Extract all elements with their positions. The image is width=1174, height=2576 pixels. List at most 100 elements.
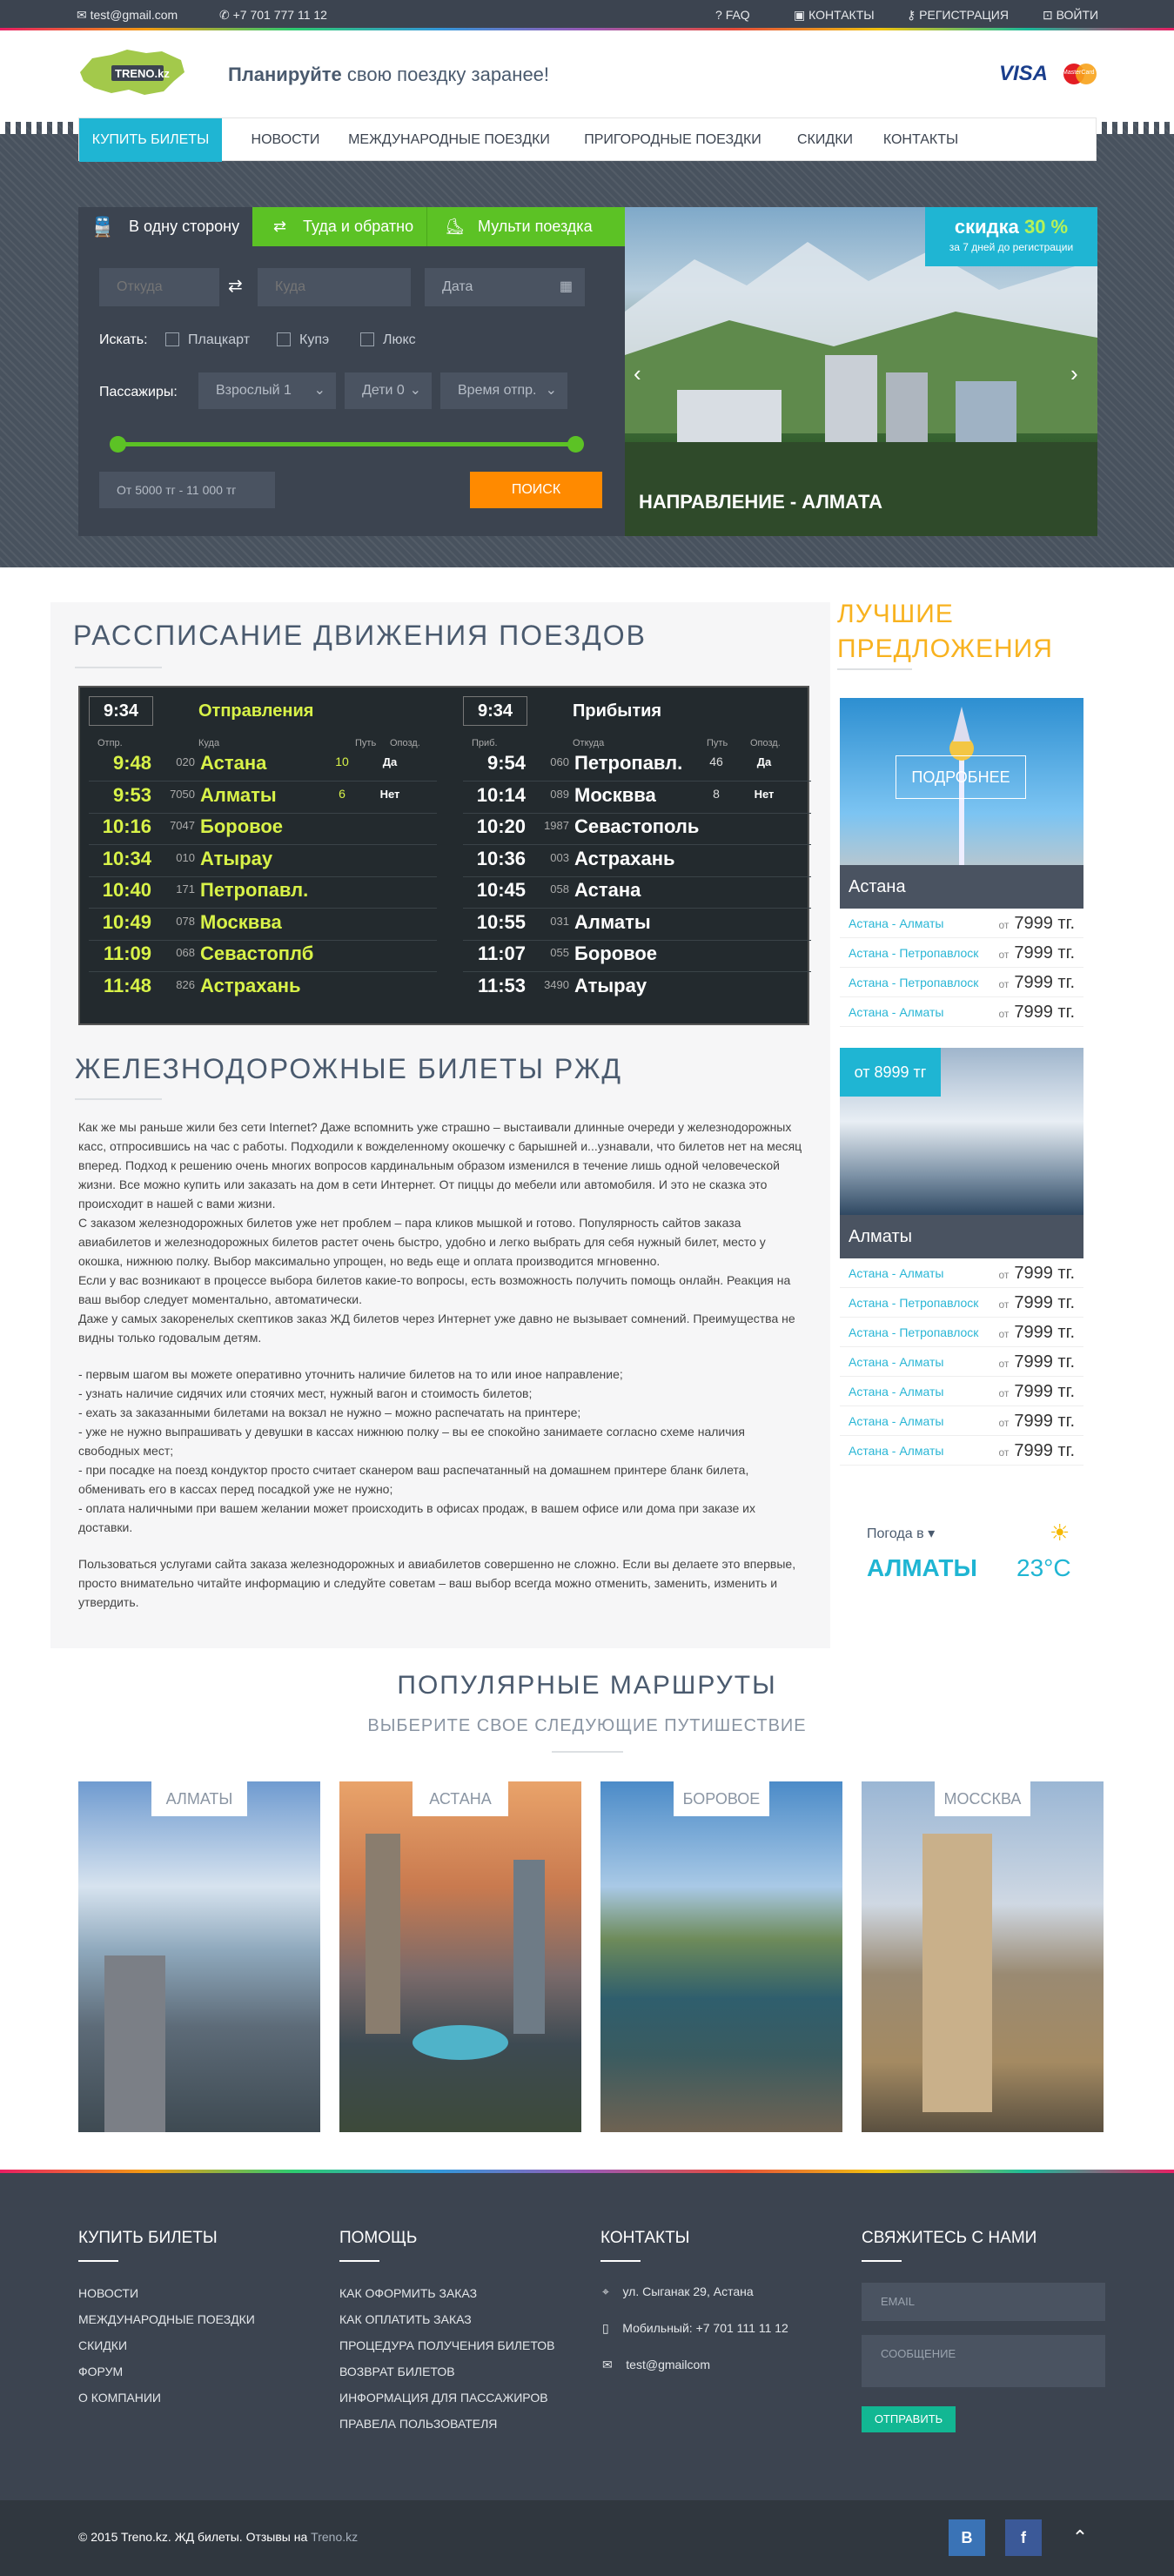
offer-route: Астана - Алматы	[849, 1355, 944, 1369]
more-button[interactable]: ПОДРОБНЕЕ	[896, 755, 1026, 799]
tab-multi-trip[interactable]: ⛸ Мульти поездка	[426, 207, 625, 246]
price-slider-track[interactable]	[117, 442, 576, 446]
astana-image[interactable]: ПОДРОБНЕЕ Астана	[840, 698, 1083, 909]
register-link[interactable]: ⚷ РЕГИСТРАЦИЯ	[907, 8, 1009, 23]
footer-underline	[78, 2260, 118, 2262]
vk-icon[interactable]: В	[949, 2519, 985, 2556]
envelope-icon: ✉	[77, 8, 91, 22]
checkbox-platzkart[interactable]: Плацкарт	[165, 332, 250, 348]
contacts-link[interactable]: ▣ КОНТАКТЫ	[794, 8, 875, 23]
footer-link-user-rules[interactable]: ПРАВЕЛА ПОЛЬЗОВАТЕЛЯ	[339, 2417, 497, 2431]
chevron-down-icon: ⌄	[409, 383, 421, 398]
offer-row[interactable]: Астана - Алматы от 7999 тг.	[840, 909, 1083, 938]
board-cell: 10:40	[102, 879, 151, 901]
logo[interactable]: TRENO.kz	[77, 46, 188, 100]
offer-row[interactable]: Астана - Алматы от 7999 тг.	[840, 1258, 1083, 1288]
footer-link-forum[interactable]: ФОРУМ	[78, 2365, 123, 2378]
sun-icon: ☀	[1050, 1519, 1070, 1546]
offer-row[interactable]: Астана - Петропавлоск от 7999 тг.	[840, 1318, 1083, 1347]
discount-note: за 7 дней до регистрации	[949, 241, 1074, 253]
faq-label: FAQ	[725, 8, 750, 22]
board-cell: Атырау	[200, 847, 273, 869]
offer-from: от	[998, 1328, 1010, 1340]
offer-price-value: 7999 тг.	[1014, 943, 1075, 963]
offer-price: от 7999 тг.	[998, 1377, 1075, 1408]
phone-link[interactable]: ✆ +7 701 777 11 12	[219, 8, 327, 23]
offer-row[interactable]: Астана - Алматы от 7999 тг.	[840, 1436, 1083, 1466]
route-card-moscow[interactable]: МОССКВА	[862, 1781, 1104, 2132]
facebook-icon[interactable]: f	[1005, 2519, 1042, 2556]
search-button[interactable]: ПОИСК	[470, 472, 602, 508]
slider-next-icon[interactable]: ›	[1070, 360, 1078, 387]
footer-message-input[interactable]: СООБЩЕНИЕ	[862, 2335, 1105, 2387]
offer-row[interactable]: Астана - Петропавлоск от 7999 тг.	[840, 938, 1083, 968]
schedule-title: РАССПИСАНИЕ ДВИЖЕНИЯ ПОЕЗДОВ	[73, 620, 647, 651]
offer-row[interactable]: Астана - Алматы от 7999 тг.	[840, 1347, 1083, 1377]
register-label: РЕГИСТРАЦИЯ	[919, 8, 1009, 22]
price-slider-min-handle[interactable]	[110, 436, 126, 453]
nav-buy-tickets[interactable]: КУПИТЬ БИЛЕТЫ	[79, 118, 222, 162]
from-input[interactable]	[99, 268, 219, 306]
footer-link-how-order[interactable]: КАК ОФОРМИТЬ ЗАКАЗ	[339, 2286, 477, 2300]
login-link[interactable]: ⊡ ВОЙТИ	[1043, 8, 1098, 23]
footer-link-procedure[interactable]: ПРОЦЕДУРА ПОЛУЧЕНИЯ БИЛЕТОВ	[339, 2338, 554, 2352]
tab-one-way[interactable]: 🚆 В одну сторону	[78, 207, 252, 246]
weather-label[interactable]: Погода в ▾	[867, 1525, 935, 1542]
offer-row[interactable]: Астана - Алматы от 7999 тг.	[840, 997, 1083, 1027]
footer-link-how-pay[interactable]: КАК ОПЛАТИТЬ ЗАКАЗ	[339, 2312, 472, 2326]
checkbox-box	[165, 332, 179, 346]
price-slider-max-handle[interactable]	[567, 436, 584, 453]
route-card-borovoe[interactable]: БОРОВОЕ	[600, 1781, 842, 2132]
topbar-phone: +7 701 777 11 12	[232, 8, 327, 22]
time-select[interactable]: Время отпр. ⌄	[440, 372, 567, 409]
footer-link-refund[interactable]: ВОЗВРАТ БИЛЕТОВ	[339, 2365, 455, 2378]
offer-from: от	[998, 1008, 1010, 1020]
route-card-astana[interactable]: АСТАНА	[339, 1781, 581, 2132]
footer-link-news[interactable]: НОВОСТИ	[78, 2286, 138, 2300]
offer-row[interactable]: Астана - Петропавлоск от 7999 тг.	[840, 1288, 1083, 1318]
offer-row[interactable]: Астана - Алматы от 7999 тг.	[840, 1406, 1083, 1436]
checkbox-box	[277, 332, 291, 346]
map-marker-icon: ⌖	[602, 2284, 609, 2298]
tab-round-trip[interactable]: ⇄ Туда и обратно	[252, 207, 426, 246]
offer-row[interactable]: Астана - Петропавлоск от 7999 тг.	[840, 968, 1083, 997]
board-cell: Астрахань	[200, 974, 301, 996]
children-select[interactable]: Дети 0 ⌄	[345, 372, 432, 409]
offer-price-value: 7999 тг.	[1014, 1382, 1075, 1401]
footer-email-input[interactable]: EMAIL	[862, 2283, 1105, 2321]
copyright-link[interactable]: Treno.kz	[311, 2530, 358, 2544]
checkbox-coupe[interactable]: Купэ	[277, 332, 329, 348]
almaty-lake-image[interactable]: от 8999 тг Алматы	[840, 1048, 1083, 1258]
faq-link[interactable]: ? FAQ	[715, 8, 750, 22]
nav-news[interactable]: НОВОСТИ	[238, 118, 333, 162]
slider-prev-icon[interactable]: ‹	[634, 360, 641, 387]
footer-buy-title[interactable]: КУПИТЬ БИЛЕТЫ	[78, 2229, 218, 2248]
board-row: 11:09 068 Севастоплб	[89, 941, 437, 972]
footer-link-passenger-info[interactable]: ИНФОРМАЦИЯ ДЛЯ ПАССАЖИРОВ	[339, 2391, 548, 2405]
visa-logo: VISA	[999, 62, 1049, 85]
offer-from: от	[998, 1298, 1010, 1311]
footer-link-international[interactable]: МЕЖДУНАРОДНЫЕ ПОЕЗДКИ	[78, 2312, 255, 2326]
footer-send-button[interactable]: ОТПРАВИТЬ	[862, 2406, 956, 2432]
nav-discounts[interactable]: СКИДКИ	[786, 118, 864, 162]
offer-row[interactable]: Астана - Алматы от 7999 тг.	[840, 1377, 1083, 1406]
swap-icon[interactable]: ⇄	[228, 275, 243, 297]
dep-col-track: Путь	[355, 738, 377, 748]
scroll-top-icon[interactable]: ⌃	[1062, 2519, 1098, 2556]
footer-link-discounts[interactable]: СКИДКИ	[78, 2338, 127, 2352]
title-underline	[75, 1098, 162, 1100]
footer-link-about[interactable]: О КОМПАНИИ	[78, 2391, 161, 2405]
nav-suburban[interactable]: ПРИГОРОДНЫЕ ПОЕЗДКИ	[568, 118, 777, 162]
board-cell: Да	[382, 755, 398, 768]
adults-select[interactable]: Взрослый 1 ⌄	[198, 372, 336, 409]
nav-international[interactable]: МЕЖДУНАРОДНЫЕ ПОЕЗДКИ	[340, 118, 558, 162]
route-card-almaty[interactable]: АЛМАТЫ	[78, 1781, 320, 2132]
board-cell: Нет	[754, 787, 775, 801]
email-link[interactable]: ✉ test@gmail.com	[77, 8, 178, 23]
checkbox-lux[interactable]: Люкс	[360, 332, 416, 348]
nav-contacts[interactable]: КОНТАКТЫ	[873, 118, 969, 162]
to-input[interactable]	[258, 268, 411, 306]
discount-badge: скидка 30 % за 7 дней до регистрации	[925, 207, 1097, 266]
date-input[interactable]: Дата ▦	[425, 268, 585, 306]
footer-email[interactable]: ✉ test@gmailcom	[602, 2358, 710, 2372]
